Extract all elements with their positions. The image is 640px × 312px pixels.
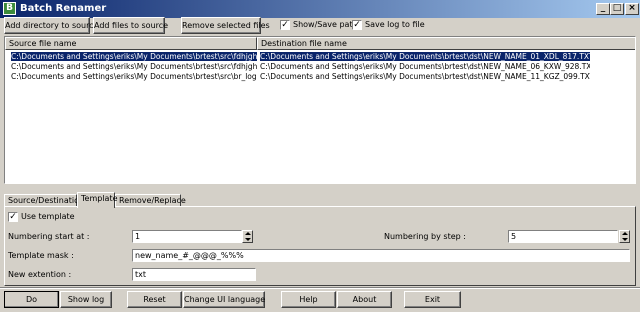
source-cell: C:\Documents and Settings\eriks\My Docum… (11, 62, 257, 71)
column-header-source[interactable]: Source file name (5, 37, 257, 50)
help-button[interactable]: Help (281, 291, 336, 308)
destination-cell: C:\Documents and Settings\eriks\My Docum… (260, 72, 590, 81)
template-mask-label: Template mask : (8, 251, 74, 260)
spin-up-icon[interactable] (622, 232, 628, 235)
maximize-button[interactable]: □ (610, 3, 624, 15)
batch-renamer-app-icon: B (3, 2, 16, 15)
batch-renamer-window: B Batch Renamer _ □ × Add directory to s… (0, 0, 640, 312)
save-log-checkbox[interactable]: ✓ (352, 20, 362, 30)
tab-template[interactable]: Template (77, 192, 118, 208)
numbering-step-input[interactable]: 5 (508, 230, 618, 243)
show-save-path-checkbox[interactable]: ✓ (280, 20, 290, 30)
about-button[interactable]: About (337, 291, 392, 308)
spin-down-icon[interactable] (622, 238, 628, 241)
numbering-start-input[interactable]: 1 (132, 230, 242, 243)
use-template-checkbox[interactable]: ✓ (8, 212, 18, 222)
title-bar: B Batch Renamer _ □ × (0, 0, 640, 18)
numbering-step-label: Numbering by step : (384, 232, 466, 241)
show-log-button[interactable]: Show log (60, 291, 112, 308)
use-template-label: Use template (21, 212, 75, 221)
new-extension-label: New extention : (8, 270, 72, 279)
source-cell: C:\Documents and Settings\eriks\My Docum… (11, 72, 257, 81)
numbering-start-stepper[interactable] (242, 230, 253, 243)
exit-button[interactable]: Exit (404, 291, 461, 308)
source-cell: C:\Documents and Settings\eriks\My Docum… (11, 52, 257, 62)
numbering-step-stepper[interactable] (619, 230, 630, 243)
spin-down-icon[interactable] (245, 238, 251, 241)
new-extension-input[interactable]: txt (132, 268, 256, 281)
close-button[interactable]: × (625, 3, 639, 15)
numbering-start-label: Numbering start at : (8, 232, 90, 241)
add-files-button[interactable]: Add files to source (93, 17, 168, 34)
save-log-label: Save log to file (365, 20, 425, 29)
destination-cell: C:\Documents and Settings\eriks\My Docum… (260, 52, 590, 62)
minimize-button[interactable]: _ (596, 3, 610, 15)
show-save-path-label: Show/Save path (293, 20, 358, 29)
remove-selected-button[interactable]: Remove selected files (181, 17, 270, 34)
reset-button[interactable]: Reset (127, 291, 182, 308)
column-header-destination[interactable]: Destination file name (257, 37, 635, 50)
template-mask-input[interactable]: new_name_#_@@@_%%% (132, 249, 630, 262)
template-tab-panel (4, 206, 636, 286)
change-ui-language-button[interactable]: Change UI language (183, 291, 265, 308)
spin-up-icon[interactable] (245, 232, 251, 235)
window-title: Batch Renamer (20, 3, 107, 14)
file-list[interactable]: Source file name Destination file name C… (4, 36, 636, 184)
add-directory-button[interactable]: Add directory to source (4, 17, 99, 34)
do-button[interactable]: Do (4, 291, 59, 308)
destination-cell: C:\Documents and Settings\eriks\My Docum… (260, 62, 590, 71)
bottom-separator (0, 287, 640, 289)
